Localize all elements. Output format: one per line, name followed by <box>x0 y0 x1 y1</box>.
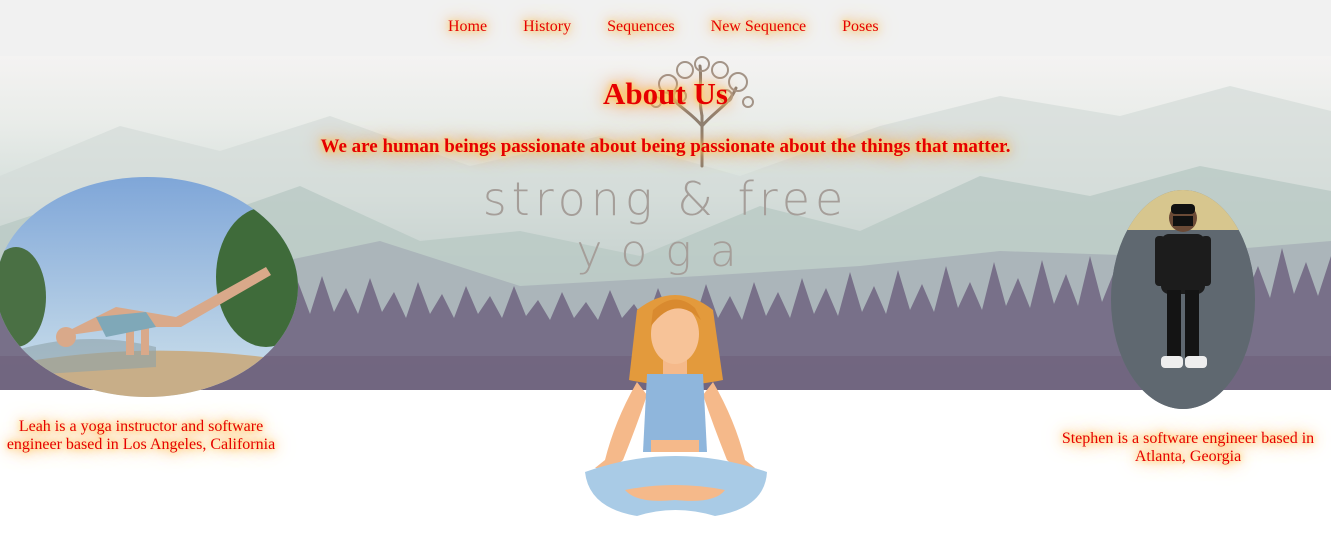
main-nav: Home History Sequences New Sequence Pose… <box>430 17 897 37</box>
page-title: About Us <box>603 76 728 111</box>
nav-link-home[interactable]: Home <box>430 17 505 37</box>
nav-link-new-sequence[interactable]: New Sequence <box>693 17 825 37</box>
stephen-photo <box>1111 190 1255 409</box>
leah-caption: Leah is a yoga instructor and software e… <box>6 418 276 453</box>
standing-person-photo-illustration <box>1111 190 1255 409</box>
page-tagline: We are human beings passionate about bei… <box>320 136 1011 157</box>
stephen-caption: Stephen is a software engineer based in … <box>1061 430 1315 465</box>
top-navbar: Home History Sequences New Sequence Pose… <box>0 0 1331 56</box>
nav-link-sequences[interactable]: Sequences <box>589 17 693 37</box>
nav-link-poses[interactable]: Poses <box>824 17 896 37</box>
nav-link-history[interactable]: History <box>505 17 589 37</box>
yoga-pose-photo-illustration <box>0 177 298 397</box>
meditating-woman-illustration <box>585 295 767 516</box>
leah-photo <box>0 177 298 397</box>
